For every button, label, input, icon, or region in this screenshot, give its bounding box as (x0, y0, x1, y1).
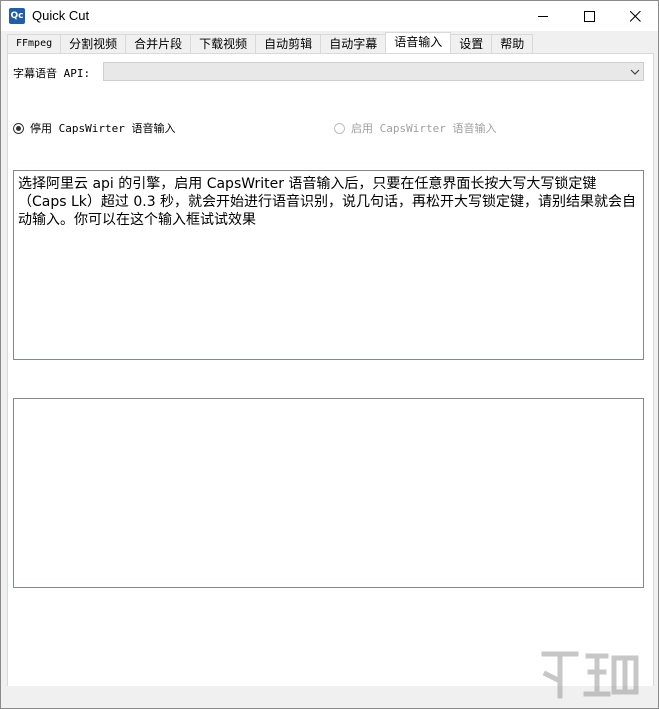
minimize-icon (537, 15, 548, 17)
title-bar: Qc Quick Cut (1, 1, 658, 31)
tab-help[interactable]: 帮助 (491, 34, 534, 53)
tab-ffmpeg[interactable]: FFmpeg (7, 34, 62, 53)
tab-bar: FFmpeg 分割视频 合并片段 下载视频 自动剪辑 自动字幕 语音输入 设置 … (7, 32, 534, 53)
maximize-button[interactable] (566, 1, 612, 31)
close-icon (629, 10, 641, 22)
api-select[interactable] (103, 62, 644, 81)
disable-capswriter-radio[interactable]: 停用 CapsWirter 语音输入 (13, 120, 175, 136)
tab-panel (7, 53, 654, 687)
disable-capswriter-label: 停用 CapsWirter 语音输入 (30, 122, 176, 135)
radio-unchecked-icon (334, 122, 345, 134)
watermark-logo-icon (541, 651, 639, 699)
enable-capswriter-label: 启用 CapsWirter 语音输入 (351, 122, 497, 135)
test-input-text (14, 399, 643, 403)
instructions-text: 选择阿里云 api 的引擎，启用 CapsWriter 语音输入后，只要在任意界… (18, 176, 637, 228)
tab-merge-clips[interactable]: 合并片段 (125, 34, 192, 53)
enable-capswriter-radio[interactable]: 启用 CapsWirter 语音输入 (334, 120, 496, 136)
tab-split-video[interactable]: 分割视频 (60, 34, 127, 53)
test-input-textbox[interactable] (13, 398, 644, 588)
app-logo-icon: Qc (9, 8, 25, 24)
maximize-icon (583, 10, 595, 22)
tab-auto-edit[interactable]: 自动剪辑 (255, 34, 322, 53)
tab-voice-input[interactable]: 语音输入 (385, 32, 452, 53)
tab-settings[interactable]: 设置 (450, 34, 493, 53)
api-label: 字幕语音 API: (13, 67, 91, 80)
chevron-down-icon (630, 69, 640, 75)
radio-checked-icon (13, 122, 24, 134)
minimize-button[interactable] (520, 1, 566, 31)
tab-auto-subtitle[interactable]: 自动字幕 (320, 34, 387, 53)
close-button[interactable] (612, 1, 658, 31)
window-title: Quick Cut (32, 8, 90, 23)
app-window: Qc Quick Cut FFmpeg 分割视频 合并片段 下载视频 自动剪辑 … (0, 0, 659, 709)
tab-download-video[interactable]: 下载视频 (190, 34, 257, 53)
instructions-textbox[interactable]: 选择阿里云 api 的引擎，启用 CapsWriter 语音输入后，只要在任意界… (13, 170, 644, 360)
